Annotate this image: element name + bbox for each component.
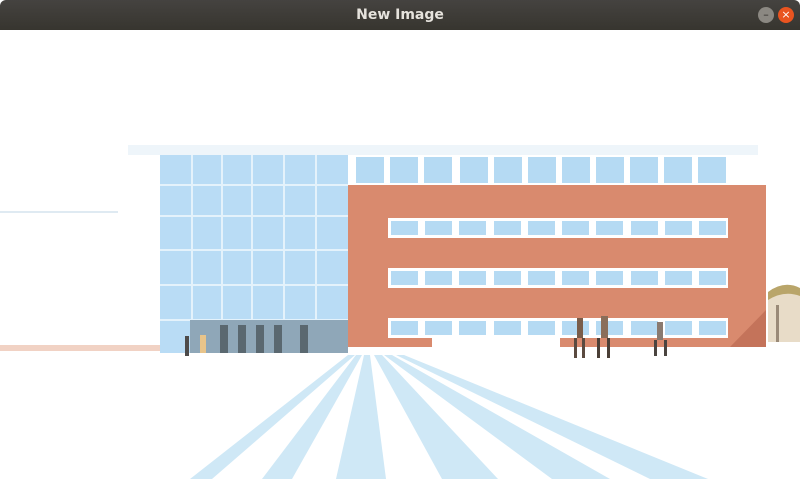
palm-trees: [768, 284, 800, 342]
building-photo: [0, 30, 800, 479]
entrance: [190, 320, 348, 355]
title-bar[interactable]: New Image – ×: [0, 0, 800, 30]
image-canvas: [0, 30, 800, 479]
top-windows: [356, 157, 726, 183]
window-row-1: [388, 218, 728, 238]
window-row-2: [388, 268, 728, 288]
roof-canopy: [128, 145, 758, 155]
plaza: [0, 353, 800, 479]
plinth: [432, 335, 560, 355]
far-left-line: [0, 211, 118, 213]
minimize-icon[interactable]: –: [758, 7, 774, 23]
app-window: New Image – ×: [0, 0, 800, 479]
close-icon[interactable]: ×: [778, 7, 794, 23]
window-title: New Image: [356, 7, 444, 23]
